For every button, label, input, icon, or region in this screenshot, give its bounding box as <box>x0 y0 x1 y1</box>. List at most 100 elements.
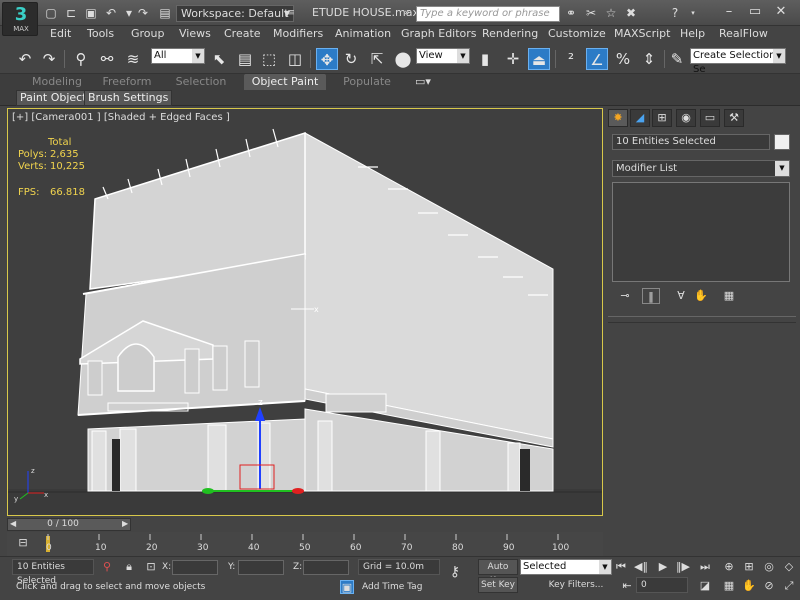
zoom-all-icon[interactable]: ⊞ <box>742 560 756 574</box>
rectangular-selection-icon[interactable]: ⬚ <box>258 48 280 70</box>
tab-modeling[interactable]: Modeling <box>18 74 96 90</box>
select-manipulate-icon[interactable]: ✛ <box>502 48 524 70</box>
app-menu-button[interactable]: 3 MAX <box>2 2 38 36</box>
undo-icon[interactable]: ↶ <box>14 48 36 70</box>
play-icon[interactable]: ▶ <box>656 560 670 574</box>
window-crossing-icon[interactable]: ◫ <box>284 48 306 70</box>
pin-icon[interactable]: ⚲ <box>100 560 114 574</box>
selection-filter-select[interactable]: All ▼ <box>151 48 205 64</box>
edit-named-selection-icon[interactable]: ✎ <box>666 48 688 70</box>
select-and-move-icon[interactable]: ✥ <box>316 48 338 70</box>
tab-selection[interactable]: Selection <box>164 74 238 90</box>
panel-brush-settings[interactable]: Brush Settings <box>84 90 173 106</box>
select-and-scale-icon[interactable]: ⇱ <box>366 48 388 70</box>
menu-create[interactable]: Create <box>224 27 261 40</box>
unlink-icon[interactable]: ⚯ <box>96 48 118 70</box>
pin-stack-icon[interactable]: ⊸ <box>616 288 634 304</box>
object-name-field[interactable]: 10 Entities Selected <box>612 134 770 150</box>
favorites-icon[interactable]: ☆ <box>604 6 618 20</box>
show-end-result-icon[interactable]: ‖ <box>642 288 660 304</box>
select-by-name-icon[interactable]: ▤ <box>234 48 256 70</box>
menu-rendering[interactable]: Rendering <box>482 27 538 40</box>
undo-icon[interactable]: ↶ <box>104 6 118 20</box>
modify-tab-icon[interactable]: ◢ <box>630 109 650 127</box>
save-file-icon[interactable]: ▣ <box>84 6 98 20</box>
motion-tab-icon[interactable]: ◉ <box>676 109 696 127</box>
y-coord-input[interactable] <box>238 560 284 575</box>
walkthrough-icon[interactable]: ⊘ <box>762 579 776 593</box>
object-color-swatch[interactable] <box>774 134 790 150</box>
viewport-label[interactable]: [+] [Camera001 ] [Shaded + Edged Faces ] <box>12 112 230 123</box>
tab-object-paint[interactable]: Object Paint <box>244 74 326 90</box>
menu-edit[interactable]: Edit <box>50 27 71 40</box>
menu-customize[interactable]: Customize <box>548 27 606 40</box>
menu-views[interactable]: Views <box>179 27 211 40</box>
modifier-stack[interactable] <box>612 182 790 282</box>
menu-realflow[interactable]: RealFlow <box>719 27 768 40</box>
orbit-icon[interactable]: ◎ <box>762 560 776 574</box>
keyboard-shortcut-override-icon[interactable]: ⏏ <box>528 48 550 70</box>
workspace-select[interactable]: Workspace: Default ▼ <box>176 5 294 22</box>
time-tag-icon[interactable]: ▣ <box>340 580 354 594</box>
display-tab-icon[interactable]: ▭ <box>700 109 720 127</box>
x-coord-input[interactable] <box>172 560 218 575</box>
percent-snap-icon[interactable]: % <box>612 48 634 70</box>
menu-modifiers[interactable]: Modifiers <box>273 27 323 40</box>
menu-help[interactable]: Help <box>680 27 705 40</box>
hierarchy-tab-icon[interactable]: ⊞ <box>652 109 672 127</box>
zoom-icon[interactable]: ⊕ <box>722 560 736 574</box>
tools-icon[interactable]: ✂ <box>584 6 598 20</box>
menu-maxscript[interactable]: MAXScript <box>614 27 670 40</box>
menu-animation[interactable]: Animation <box>335 27 391 40</box>
z-coord-input[interactable] <box>303 560 349 575</box>
snaps-toggle-icon[interactable]: ² <box>560 48 582 70</box>
angle-snap-icon[interactable]: ∠ <box>586 48 608 70</box>
set-key-button[interactable]: Set Key <box>478 577 518 593</box>
next-frame-icon[interactable]: ▶ <box>122 519 128 528</box>
current-frame-input[interactable]: 0 <box>636 577 688 593</box>
go-to-start-icon[interactable]: ⏮ <box>614 560 628 574</box>
key-filters-button[interactable]: Key Filters... <box>540 577 612 593</box>
select-and-place-icon[interactable]: ⬤ <box>392 48 414 70</box>
camera-viewport[interactable]: z x z x y [+] [Camera001 ] [Shaded + Edg… <box>7 108 603 516</box>
menu-group[interactable]: Group <box>131 27 165 40</box>
maximize-button[interactable]: ▭ <box>742 2 768 22</box>
previous-key-icon[interactable]: ◀‖ <box>634 560 648 574</box>
select-and-rotate-icon[interactable]: ↻ <box>340 48 362 70</box>
search-input[interactable]: Type a keyword or phrase <box>416 6 560 22</box>
auto-key-button[interactable]: Auto Key <box>478 559 518 586</box>
zoom-region-icon[interactable]: ▦ <box>722 579 736 593</box>
exchange-icon[interactable]: ✖ <box>624 6 638 20</box>
redo-icon[interactable]: ↷ <box>38 48 60 70</box>
key-mode-select[interactable]: Selected ▼ <box>520 559 612 575</box>
customize-qat-icon[interactable]: ≡ <box>284 6 298 20</box>
time-slider[interactable]: ◀ 0 / 100 ▶ <box>7 518 131 531</box>
configure-modifier-sets-icon[interactable]: ▦ <box>720 288 738 304</box>
open-file-icon[interactable]: ⊏ <box>64 6 78 20</box>
menu-graph-editors[interactable]: Graph Editors <box>401 27 477 40</box>
remove-modifier-icon[interactable]: ✋ <box>692 288 710 304</box>
mini-curve-editor-icon[interactable]: ⊟ <box>16 536 30 550</box>
ribbon-options-icon[interactable]: ▭▾ <box>412 74 434 90</box>
minimize-button[interactable]: – <box>716 2 742 22</box>
field-of-view-icon[interactable]: ◇ <box>782 560 796 574</box>
link-icon[interactable]: ⚲ <box>70 48 92 70</box>
key-icon[interactable]: ⚷ <box>448 565 462 579</box>
pan-view-icon[interactable]: ✋ <box>742 579 756 593</box>
make-unique-icon[interactable]: ∀ <box>672 288 690 304</box>
utilities-tab-icon[interactable]: ⚒ <box>724 109 744 127</box>
next-key-icon[interactable]: ‖▶ <box>676 560 690 574</box>
add-time-tag-link[interactable]: Add Time Tag <box>362 582 422 592</box>
reference-coordinate-select[interactable]: View ▼ <box>416 48 470 64</box>
key-mode-toggle-icon[interactable]: ⇤ <box>620 579 634 593</box>
pivot-center-icon[interactable]: ▮ <box>474 48 496 70</box>
selection-lock-icon[interactable]: 🔒︎ <box>122 560 136 574</box>
select-object-icon[interactable]: ⬉ <box>208 48 230 70</box>
expand-icon[interactable]: » <box>400 6 414 20</box>
bind-space-warp-icon[interactable]: ≋ <box>122 48 144 70</box>
create-tab-icon[interactable]: ✸ <box>608 109 628 127</box>
binoculars-icon[interactable]: ⚭ <box>564 6 578 20</box>
undo-dropdown-icon[interactable]: ▾ <box>122 6 136 20</box>
help-dropdown-icon[interactable]: ▾ <box>686 6 700 20</box>
named-selection-sets-select[interactable]: Create Selection Se ▼ <box>690 48 786 75</box>
